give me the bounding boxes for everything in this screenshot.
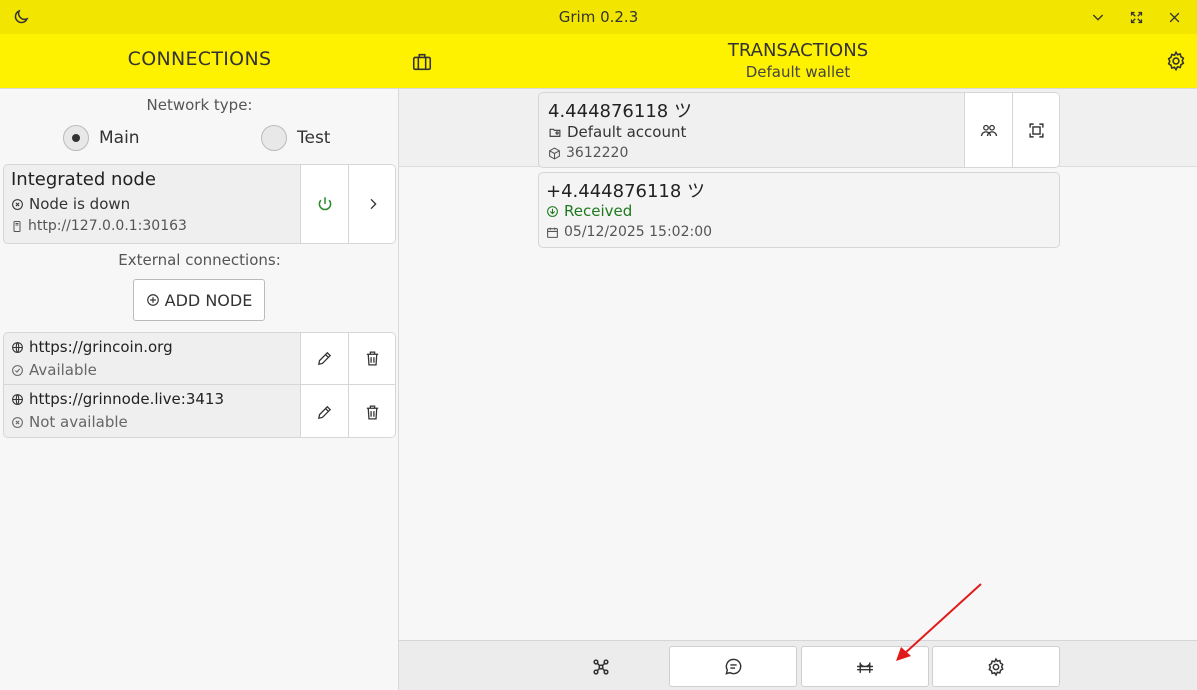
transaction-status: Received bbox=[564, 202, 633, 220]
external-connections-label: External connections: bbox=[118, 251, 281, 269]
delete-node-button[interactable] bbox=[348, 333, 395, 384]
title-bar: Grim 0.2.3 bbox=[0, 0, 1197, 34]
maximize-icon bbox=[1130, 11, 1142, 23]
integrated-node-status: Node is down bbox=[29, 195, 131, 213]
users-icon bbox=[980, 124, 997, 137]
app-header: CONNECTIONS TRANSACTIONS Default wallet bbox=[0, 34, 1197, 89]
power-icon bbox=[318, 197, 331, 211]
external-node-status: Not available bbox=[29, 413, 128, 431]
pencil-icon bbox=[318, 405, 332, 419]
wallet-name: Default wallet bbox=[745, 63, 851, 81]
list-item[interactable]: https://grincoin.org Available bbox=[4, 333, 395, 385]
wallet-settings-button[interactable] bbox=[1165, 50, 1187, 72]
x-circle-icon bbox=[12, 198, 23, 210]
transactions-panel: 4.444876118 ツ Default account 3612220 +4… bbox=[399, 89, 1197, 640]
add-node-label: ADD NODE bbox=[164, 290, 253, 310]
connections-title: CONNECTIONS bbox=[127, 48, 272, 70]
globe-icon bbox=[12, 393, 23, 405]
moon-icon[interactable] bbox=[12, 8, 30, 26]
x-circle-icon bbox=[12, 416, 23, 428]
account-card[interactable]: 4.444876118 ツ Default account 3612220 bbox=[538, 92, 1060, 168]
external-node-status: Available bbox=[29, 361, 97, 379]
transaction-datetime: 05/12/2025 15:02:00 bbox=[564, 224, 713, 240]
scan-button[interactable] bbox=[1012, 93, 1059, 167]
network-type-label: Network type: bbox=[146, 96, 253, 114]
network-test-radio[interactable]: Test bbox=[261, 125, 330, 151]
pencil-icon bbox=[318, 351, 332, 365]
maximize-button[interactable] bbox=[1121, 6, 1151, 28]
external-nodes-list: https://grincoin.org Available https://g… bbox=[3, 332, 396, 438]
close-button[interactable] bbox=[1159, 6, 1189, 28]
gear-icon bbox=[988, 657, 1004, 676]
plus-circle-icon bbox=[146, 294, 159, 306]
radio-selected bbox=[63, 125, 89, 151]
window-title: Grim 0.2.3 bbox=[558, 8, 639, 26]
node-details-button[interactable] bbox=[348, 165, 395, 243]
add-node-button[interactable]: ADD NODE bbox=[133, 279, 265, 321]
connections-panel: Network type: Main Test Integrated node … bbox=[0, 89, 399, 690]
accounts-button[interactable] bbox=[964, 93, 1012, 167]
transaction-amount: +4.444876118 ツ bbox=[546, 181, 706, 202]
trash-icon bbox=[366, 351, 379, 366]
network-test-label: Test bbox=[297, 128, 331, 148]
calendar-icon bbox=[547, 227, 558, 238]
transactions-header: TRANSACTIONS Default wallet bbox=[399, 40, 1197, 82]
close-icon bbox=[1169, 12, 1179, 22]
messages-tab[interactable] bbox=[669, 646, 797, 687]
bridge-icon bbox=[857, 662, 873, 673]
chevron-right-icon bbox=[370, 198, 377, 210]
settings-tab[interactable] bbox=[932, 646, 1060, 687]
account-balance: 4.444876118 ツ bbox=[548, 101, 692, 122]
globe-icon bbox=[12, 341, 23, 353]
trash-icon bbox=[366, 404, 379, 420]
integrated-node-title: Integrated node bbox=[11, 169, 156, 190]
delete-node-button[interactable] bbox=[348, 385, 395, 437]
cube-icon bbox=[549, 146, 560, 160]
gear-icon bbox=[1167, 50, 1185, 72]
edit-node-button[interactable] bbox=[300, 385, 348, 437]
scan-icon bbox=[1029, 122, 1044, 138]
radio-unselected bbox=[261, 125, 287, 151]
network-main-label: Main bbox=[99, 128, 140, 148]
external-node-url: https://grinnode.live:3413 bbox=[29, 390, 224, 408]
computer-tower-icon bbox=[13, 220, 21, 232]
integrated-node-address: http://127.0.0.1:30163 bbox=[28, 218, 187, 234]
check-circle-icon bbox=[12, 364, 23, 376]
external-node-url: https://grincoin.org bbox=[29, 338, 173, 356]
transactions-title: TRANSACTIONS bbox=[727, 40, 869, 61]
network-tab[interactable] bbox=[537, 646, 665, 687]
chat-icon bbox=[724, 658, 741, 675]
arrow-down-circle-icon bbox=[547, 205, 558, 217]
list-item[interactable]: https://grinnode.live:3413 Not available bbox=[4, 385, 395, 437]
bottom-nav bbox=[399, 640, 1197, 690]
edit-node-button[interactable] bbox=[300, 333, 348, 384]
minimize-button[interactable] bbox=[1083, 6, 1113, 28]
graph-icon bbox=[593, 658, 609, 675]
transport-tab[interactable] bbox=[801, 646, 929, 687]
folder-user-icon bbox=[549, 128, 561, 137]
chevron-down-icon bbox=[1092, 14, 1104, 21]
account-name: Default account bbox=[567, 123, 687, 141]
block-height: 3612220 bbox=[566, 145, 629, 161]
transaction-item[interactable]: +4.444876118 ツ Received 05/12/2025 15:02… bbox=[538, 172, 1060, 248]
network-main-radio[interactable]: Main bbox=[63, 125, 140, 151]
integrated-node-card[interactable]: Integrated node Node is down http://127.… bbox=[3, 164, 396, 244]
node-power-button[interactable] bbox=[300, 165, 348, 243]
